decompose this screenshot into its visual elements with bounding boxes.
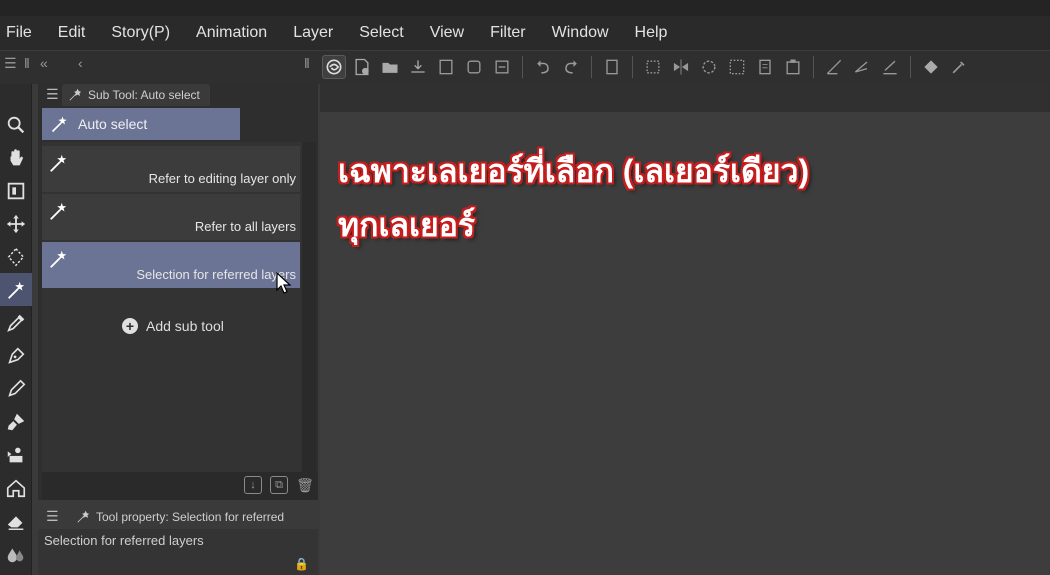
mouse-cursor-icon bbox=[276, 272, 292, 294]
select-all-icon[interactable] bbox=[725, 55, 749, 79]
tool-property-icon bbox=[77, 510, 90, 523]
toolbar-separator bbox=[522, 56, 523, 78]
print-icon[interactable] bbox=[462, 55, 486, 79]
paste-icon[interactable] bbox=[781, 55, 805, 79]
collapse-chevron-icon[interactable]: ‹ bbox=[78, 55, 83, 71]
main-menu: File Edit Story(P) Animation Layer Selec… bbox=[0, 16, 680, 50]
perspective-icon[interactable] bbox=[850, 55, 874, 79]
collapse-double-chevron-icon[interactable]: « bbox=[40, 55, 48, 71]
panel-menu-icon[interactable]: ☰ bbox=[4, 55, 17, 72]
import-subtool-icon[interactable]: ↓ bbox=[244, 476, 262, 494]
subtool-panel-menu-icon[interactable]: ☰ bbox=[46, 86, 59, 103]
tool-palette bbox=[0, 84, 32, 575]
tool-property-subtool-name: Selection for referred layers bbox=[44, 533, 204, 548]
overlay-caption-line2: ทุกเลเยอร์ bbox=[338, 207, 476, 243]
cloud-icon[interactable] bbox=[490, 55, 514, 79]
toolbar-separator bbox=[632, 56, 633, 78]
lock-icon[interactable]: 🔒 bbox=[294, 557, 309, 571]
undo-icon[interactable] bbox=[531, 55, 555, 79]
navigator-icon[interactable] bbox=[0, 174, 32, 207]
menu-window[interactable]: Window bbox=[539, 16, 622, 50]
auto-select-wand-icon bbox=[50, 154, 67, 172]
move-icon[interactable] bbox=[0, 207, 32, 240]
plus-circle-icon: + bbox=[122, 318, 138, 334]
subtool-item-label: Refer to editing layer only bbox=[148, 171, 296, 186]
eraser-icon[interactable] bbox=[0, 504, 32, 537]
property-panel-menu-icon[interactable]: ☰ bbox=[46, 508, 59, 525]
pencil-icon[interactable] bbox=[0, 372, 32, 405]
subtool-scrollbar[interactable] bbox=[302, 142, 316, 472]
open-folder-icon[interactable] bbox=[378, 55, 402, 79]
subtool-panel-title: Sub Tool: Auto select bbox=[88, 88, 200, 102]
subtool-group-auto-select[interactable]: Auto select bbox=[42, 108, 240, 140]
menu-help[interactable]: Help bbox=[622, 16, 681, 50]
line-icon[interactable] bbox=[878, 55, 902, 79]
save-icon[interactable] bbox=[406, 55, 430, 79]
menu-view[interactable]: View bbox=[417, 16, 477, 50]
subtool-group-label: Auto select bbox=[78, 116, 148, 132]
transform-icon[interactable] bbox=[641, 55, 665, 79]
blend-icon[interactable] bbox=[0, 537, 32, 570]
subtool-item-label: Refer to all layers bbox=[194, 219, 296, 234]
pen-icon[interactable] bbox=[0, 339, 32, 372]
duplicate-subtool-icon[interactable]: ⧉ bbox=[270, 476, 288, 494]
subtool-tab-icon bbox=[69, 88, 82, 101]
subtool-item-editing-layer[interactable]: Refer to editing layer only bbox=[42, 146, 300, 192]
toolbar-separator bbox=[591, 56, 592, 78]
subtool-item-all-layers[interactable]: Refer to all layers bbox=[42, 194, 300, 240]
toolbar-separator bbox=[910, 56, 911, 78]
add-sub-tool-button[interactable]: + Add sub tool bbox=[122, 318, 224, 334]
menu-select[interactable]: Select bbox=[346, 16, 416, 50]
auto-select-wand-icon[interactable] bbox=[0, 273, 32, 306]
lasso-select-icon[interactable] bbox=[0, 240, 32, 273]
toolbar-separator bbox=[813, 56, 814, 78]
delete-subtool-icon[interactable]: 🗑 bbox=[296, 476, 314, 494]
auto-select-wand-icon bbox=[50, 202, 67, 220]
figure-icon[interactable] bbox=[0, 471, 32, 504]
menu-story[interactable]: Story(P) bbox=[98, 16, 183, 50]
command-bar bbox=[322, 52, 1050, 82]
color-picker-icon[interactable] bbox=[947, 55, 971, 79]
title-strip bbox=[0, 0, 1050, 16]
eyedropper-icon[interactable] bbox=[0, 306, 32, 339]
new-file-icon[interactable] bbox=[350, 55, 374, 79]
hand-icon[interactable] bbox=[0, 141, 32, 174]
flip-icon[interactable] bbox=[669, 55, 693, 79]
canvas-header bbox=[320, 84, 1050, 112]
brush-icon[interactable] bbox=[0, 405, 32, 438]
panel-grip-icon[interactable]: ‖ bbox=[24, 55, 30, 71]
app-logo-icon[interactable] bbox=[322, 55, 346, 79]
clear-icon[interactable] bbox=[600, 55, 624, 79]
add-sub-tool-label: Add sub tool bbox=[146, 318, 224, 334]
overlay-caption-line1: เฉพาะเลเยอร์ที่เลือก (เลเยอร์เดียว) bbox=[338, 153, 810, 189]
tool-property-tab[interactable]: Tool property: Selection for referred bbox=[66, 505, 318, 529]
zoom-icon[interactable] bbox=[0, 108, 32, 141]
tool-property-title: Tool property: Selection for referred bbox=[96, 510, 285, 524]
menu-layer[interactable]: Layer bbox=[280, 16, 346, 50]
ruler-icon[interactable] bbox=[822, 55, 846, 79]
subtool-item-label: Selection for referred layers bbox=[136, 267, 296, 282]
auto-select-wand-icon bbox=[51, 116, 67, 133]
panel-grip-right-icon[interactable]: ‖ bbox=[304, 55, 310, 71]
menu-file[interactable]: File bbox=[0, 16, 45, 50]
subtool-item-referred-layers[interactable]: Selection for referred layers bbox=[42, 242, 300, 288]
menu-edit[interactable]: Edit bbox=[45, 16, 99, 50]
redo-icon[interactable] bbox=[559, 55, 583, 79]
export-icon[interactable] bbox=[434, 55, 458, 79]
copy-icon[interactable] bbox=[753, 55, 777, 79]
subtool-panel-tab[interactable]: Sub Tool: Auto select bbox=[62, 84, 210, 106]
menu-filter[interactable]: Filter bbox=[477, 16, 539, 50]
auto-select-wand-icon bbox=[50, 250, 67, 268]
menu-animation[interactable]: Animation bbox=[183, 16, 280, 50]
rotate-icon[interactable] bbox=[697, 55, 721, 79]
fill-icon[interactable] bbox=[0, 438, 32, 471]
fill-bucket-icon[interactable] bbox=[919, 55, 943, 79]
